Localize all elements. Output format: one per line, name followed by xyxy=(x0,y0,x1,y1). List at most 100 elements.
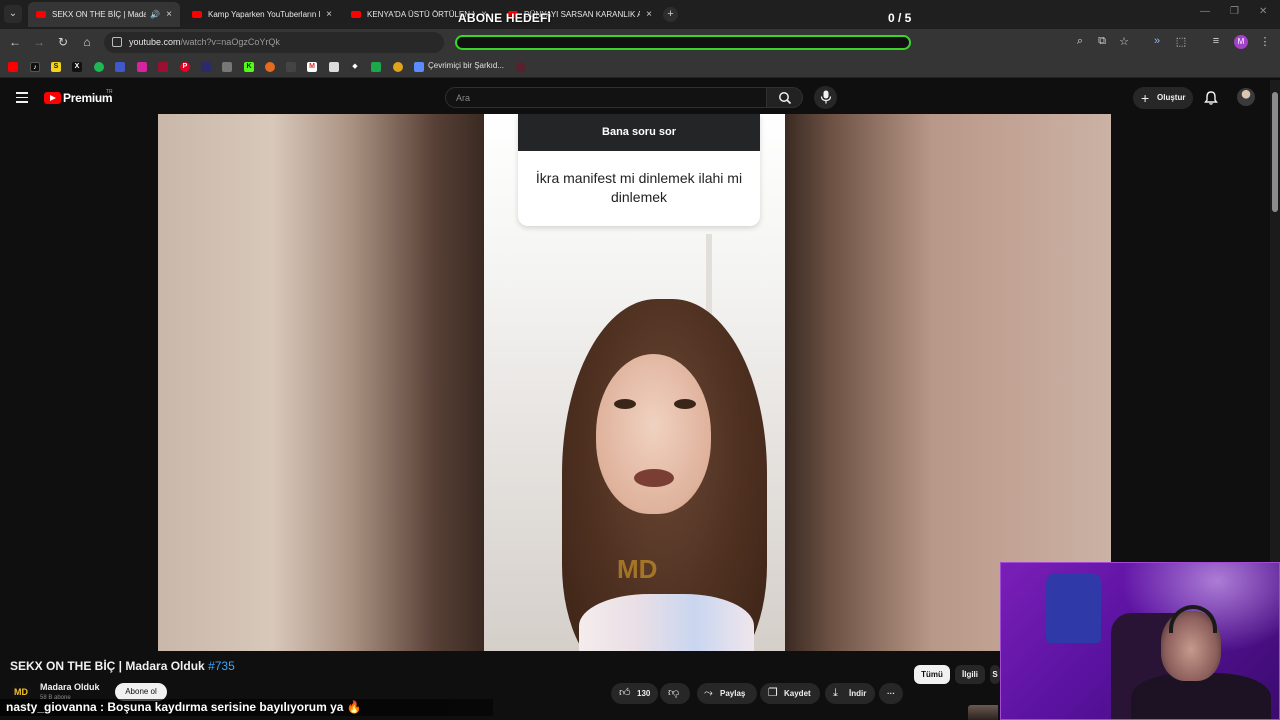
chip-related[interactable]: İlgili xyxy=(955,665,985,684)
save-button[interactable]: ❐ Kaydet xyxy=(760,683,820,704)
search-input[interactable] xyxy=(456,91,756,105)
channel-name[interactable]: Madara Olduk xyxy=(40,682,100,692)
download-label: İndir xyxy=(849,689,867,698)
bookmark-star-icon[interactable]: ☆ xyxy=(1116,35,1132,48)
person-eye-right xyxy=(674,399,696,409)
more-actions-button[interactable]: ··· xyxy=(879,683,903,704)
create-label: Oluştur xyxy=(1157,93,1186,102)
bookmark-instagram-icon[interactable] xyxy=(137,62,147,72)
bookmark-icon: ❐ xyxy=(768,687,778,699)
bookmark-kick-icon[interactable]: K xyxy=(244,62,254,72)
voice-search-button[interactable] xyxy=(814,86,837,109)
share-button[interactable]: ⤳ Paylaş xyxy=(697,683,757,704)
download-icon: ⤓ xyxy=(833,687,838,699)
zoom-magnifier-icon[interactable]: ⌕ xyxy=(1072,35,1088,48)
youtube-favicon-icon xyxy=(351,11,361,18)
account-avatar[interactable] xyxy=(1237,88,1255,106)
like-button[interactable]: 👍︎ 130 xyxy=(611,683,658,704)
search-button[interactable] xyxy=(767,87,803,108)
browser-tab-strip: ⌄ SEKX ON THE BİÇ | Madara 🔊 × Kamp Yapa… xyxy=(0,0,1280,29)
recommended-thumbnail[interactable] xyxy=(968,705,998,720)
speaker-icon[interactable]: 🔊 xyxy=(150,10,160,19)
site-info-icon[interactable] xyxy=(112,37,122,47)
chip-next[interactable]: S xyxy=(990,665,1000,684)
menu-hamburger-icon[interactable] xyxy=(16,92,28,103)
bookmark-label[interactable]: Çevrimiçi bir Şarkıd... xyxy=(428,61,504,70)
bookmark-app-icon[interactable] xyxy=(286,62,296,72)
bookmark-lyrics-icon[interactable] xyxy=(414,62,424,72)
bookmark-app-icon[interactable]: ◆ xyxy=(350,62,360,72)
bookmark-app-icon[interactable] xyxy=(201,62,211,72)
address-bar[interactable]: youtube.com/watch?v=naOgzCoYrQk xyxy=(104,32,444,53)
youtube-header: Premium TR + Oluştur xyxy=(0,80,1270,115)
bookmark-snapchat-icon[interactable]: S xyxy=(51,62,61,72)
save-label: Kaydet xyxy=(784,689,811,698)
person-eye-left xyxy=(614,399,636,409)
bookmark-x-icon[interactable]: X xyxy=(72,62,82,72)
tab-close-icon[interactable]: × xyxy=(166,9,172,20)
share-icon: ⤳ xyxy=(704,687,713,699)
bookmark-pinterest-icon[interactable]: P xyxy=(180,62,190,72)
tab-2[interactable]: Kamp Yaparken YouTuberların E × xyxy=(184,2,340,27)
url-text: youtube.com/watch?v=naOgzCoYrQk xyxy=(129,37,280,47)
thumbs-up-icon: 👍︎ xyxy=(619,687,631,699)
dislike-button[interactable]: 👎︎ xyxy=(660,683,690,704)
search-box[interactable] xyxy=(445,87,767,108)
reload-icon[interactable]: ↻ xyxy=(55,35,71,49)
fire-emoji-icon: 🔥 xyxy=(346,700,362,714)
tab-title: Kamp Yaparken YouTuberların E xyxy=(208,10,321,19)
forward-arrow-icon[interactable]: → xyxy=(31,35,47,49)
extension-audio-icon[interactable]: » xyxy=(1149,35,1165,47)
bookmark-gmail-icon[interactable]: M xyxy=(307,62,317,72)
chip-all[interactable]: Tümü xyxy=(914,665,950,684)
plus-icon: + xyxy=(1141,90,1150,106)
person-face xyxy=(596,354,711,514)
video-title-text: SEKX ON THE BİÇ | Madara Olduk xyxy=(10,659,205,673)
tab-close-icon[interactable]: × xyxy=(326,9,332,20)
bookmark-app-icon[interactable] xyxy=(158,62,168,72)
bookmarks-bar: ♪ S X P K M ◆ xyxy=(0,56,1280,78)
bookmark-app-icon[interactable] xyxy=(371,62,381,72)
bell-icon[interactable] xyxy=(1203,90,1219,106)
bookmark-app-icon[interactable] xyxy=(265,62,275,72)
youtube-logo-text[interactable]: Premium xyxy=(63,91,113,105)
youtube-favicon-icon xyxy=(36,11,46,18)
media-queue-icon[interactable]: ≡ xyxy=(1208,35,1224,47)
back-arrow-icon[interactable]: ← xyxy=(7,35,23,49)
maximize-icon[interactable]: ❐ xyxy=(1230,6,1239,17)
bookmark-app-icon[interactable] xyxy=(393,62,403,72)
webcam-jersey xyxy=(1046,573,1101,643)
bookmark-app-icon[interactable] xyxy=(329,62,339,72)
create-button[interactable]: + Oluştur xyxy=(1133,87,1193,109)
person-shirt xyxy=(579,594,754,651)
blurred-backdrop-left xyxy=(158,114,484,651)
scrollbar-thumb[interactable] xyxy=(1272,92,1278,212)
extensions-puzzle-icon[interactable]: ⬚ xyxy=(1173,35,1189,48)
bookmark-app-icon[interactable] xyxy=(516,62,526,72)
video-title: SEKX ON THE BİÇ | Madara Olduk #735 xyxy=(10,659,235,673)
bookmark-app-icon[interactable] xyxy=(115,62,125,72)
tab-active[interactable]: SEKX ON THE BİÇ | Madara 🔊 × xyxy=(28,2,180,27)
person-mouth xyxy=(634,469,674,487)
profile-avatar[interactable]: M xyxy=(1234,35,1248,49)
question-sticker-text: İkra manifest mi dinlemek ilahi mi dinle… xyxy=(535,170,743,205)
youtube-favicon-icon xyxy=(192,11,202,18)
url-host: youtube.com xyxy=(129,37,181,47)
install-app-icon[interactable]: ⧉ xyxy=(1094,35,1110,48)
tab-search-chevron-icon[interactable]: ⌄ xyxy=(4,5,22,23)
video-player[interactable]: MD Bana soru sor İkra manifest mi dinlem… xyxy=(158,114,1111,651)
search-icon xyxy=(779,92,792,105)
youtube-logo-icon[interactable] xyxy=(44,92,61,104)
bookmark-youtube-icon[interactable] xyxy=(8,62,18,72)
new-tab-plus-icon[interactable]: + xyxy=(663,7,678,22)
tab-close-icon[interactable]: × xyxy=(646,9,652,20)
window-close-icon[interactable]: ✕ xyxy=(1259,6,1267,17)
bookmark-spotify-icon[interactable] xyxy=(94,62,104,72)
minimize-icon[interactable]: — xyxy=(1200,6,1210,17)
bookmark-tiktok-icon[interactable]: ♪ xyxy=(30,62,40,72)
download-button[interactable]: ⤓ İndir xyxy=(825,683,875,704)
browser-menu-icon[interactable]: ⋮ xyxy=(1257,35,1273,48)
home-icon[interactable]: ⌂ xyxy=(79,35,95,49)
video-hashtag[interactable]: #735 xyxy=(208,659,235,673)
bookmark-app-icon[interactable] xyxy=(222,62,232,72)
